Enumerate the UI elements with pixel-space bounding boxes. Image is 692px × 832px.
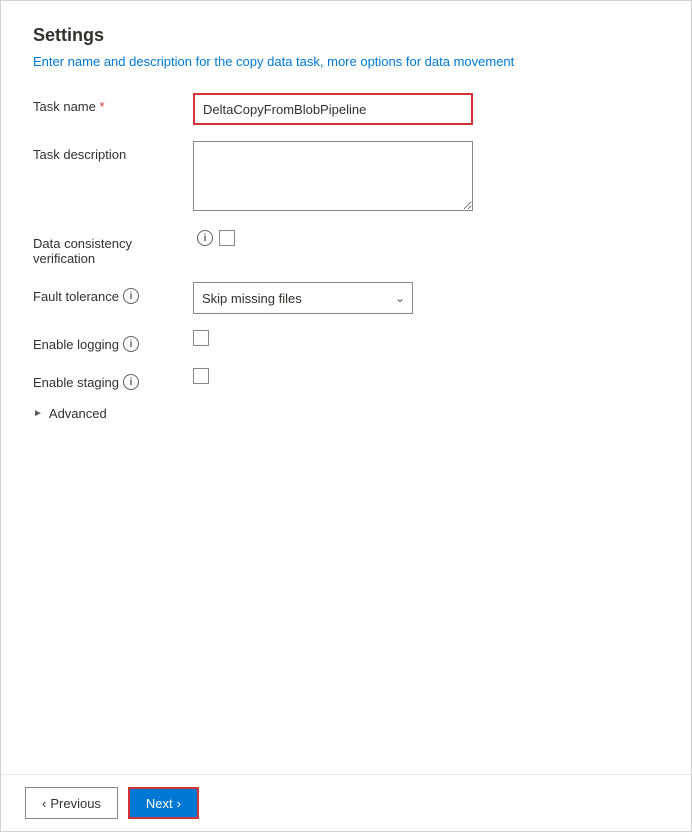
page-title: Settings — [33, 25, 659, 46]
task-description-row: Task description — [33, 141, 659, 214]
previous-icon: ‹ — [42, 796, 46, 811]
fault-tolerance-control: Skip missing files Skip incompatible row… — [193, 282, 659, 314]
advanced-chevron-icon: ► — [33, 408, 43, 419]
fault-tolerance-info-icon[interactable]: i — [123, 288, 139, 304]
advanced-label: Advanced — [49, 406, 107, 421]
previous-label: Previous — [50, 796, 101, 811]
data-consistency-info-icon[interactable]: i — [197, 230, 213, 246]
enable-staging-info-icon[interactable]: i — [123, 374, 139, 390]
fault-tolerance-select-wrapper: Skip missing files Skip incompatible row… — [193, 282, 413, 314]
fault-tolerance-row: Fault tolerance i Skip missing files Ski… — [33, 282, 659, 314]
task-name-label: Task name * — [33, 93, 193, 114]
task-description-input[interactable] — [193, 141, 473, 211]
task-name-control — [193, 93, 659, 125]
task-name-input[interactable] — [193, 93, 473, 125]
enable-logging-info-icon[interactable]: i — [123, 336, 139, 352]
data-consistency-checkbox[interactable] — [219, 230, 235, 246]
data-consistency-label: Data consistency verification — [33, 230, 193, 266]
settings-window: Settings Enter name and description for … — [0, 0, 692, 832]
required-indicator: * — [100, 99, 105, 114]
enable-staging-control — [193, 368, 659, 387]
fault-tolerance-select[interactable]: Skip missing files Skip incompatible row… — [193, 282, 413, 314]
fault-tolerance-label: Fault tolerance i — [33, 282, 193, 304]
enable-logging-label: Enable logging i — [33, 330, 193, 352]
enable-logging-row: Enable logging i — [33, 330, 659, 352]
task-description-label: Task description — [33, 141, 193, 162]
data-consistency-checkbox-row: i — [193, 230, 659, 246]
data-consistency-row: Data consistency verification i — [33, 230, 659, 266]
next-button[interactable]: Next › — [128, 787, 199, 819]
task-description-control — [193, 141, 659, 214]
enable-logging-control — [193, 330, 659, 349]
next-label: Next — [146, 796, 173, 811]
enable-staging-row: Enable staging i — [33, 368, 659, 390]
main-content: Settings Enter name and description for … — [1, 1, 691, 774]
enable-staging-checkbox[interactable] — [193, 368, 209, 384]
advanced-section[interactable]: ► Advanced — [33, 406, 659, 421]
next-icon: › — [177, 796, 181, 811]
page-subtitle: Enter name and description for the copy … — [33, 54, 659, 69]
task-name-row: Task name * — [33, 93, 659, 125]
enable-logging-checkbox[interactable] — [193, 330, 209, 346]
enable-staging-label: Enable staging i — [33, 368, 193, 390]
previous-button[interactable]: ‹ Previous — [25, 787, 118, 819]
data-consistency-control: i — [193, 230, 659, 246]
footer: ‹ Previous Next › — [1, 774, 691, 831]
